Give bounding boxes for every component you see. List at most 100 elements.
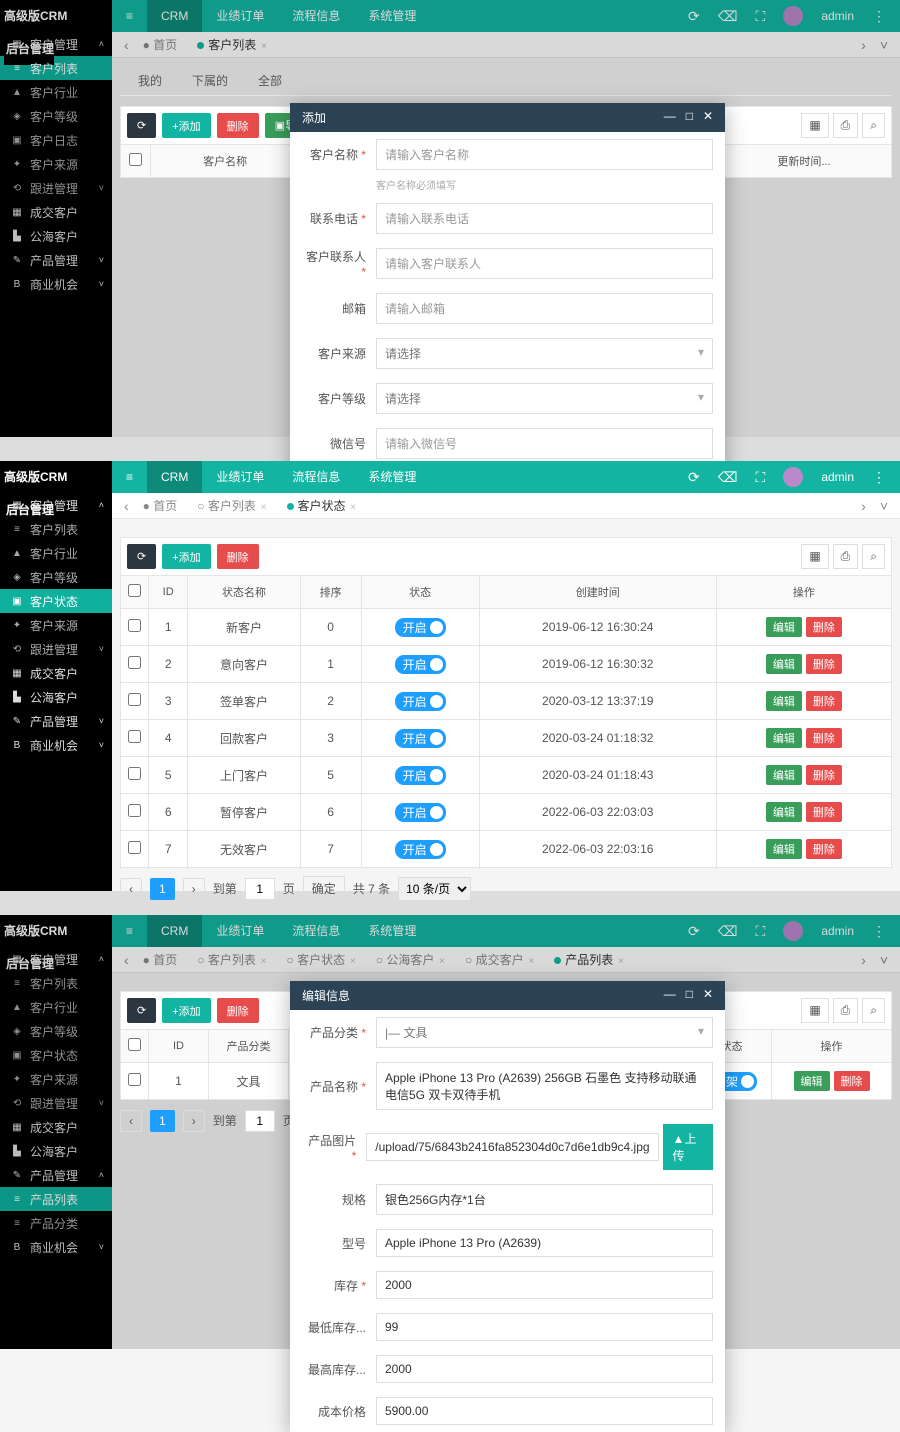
modal-min-icon[interactable]: —: [664, 987, 676, 1004]
search-icon[interactable]: ⌕: [862, 113, 885, 138]
trash-icon[interactable]: ⌫: [718, 469, 738, 486]
modal-min-icon[interactable]: —: [664, 109, 676, 126]
select-cat[interactable]: |— 文具▾: [376, 1017, 713, 1048]
refresh-icon[interactable]: ⟳: [688, 469, 700, 486]
row-check[interactable]: [128, 730, 141, 743]
nav-order[interactable]: 业绩订单: [202, 461, 278, 493]
modal-max-icon[interactable]: □: [686, 987, 693, 1004]
modal-close-icon[interactable]: ✕: [703, 987, 713, 1004]
row-check[interactable]: [128, 619, 141, 632]
tab-all[interactable]: 全部: [258, 72, 282, 89]
modal-close-icon[interactable]: ✕: [703, 109, 713, 126]
input-spec[interactable]: 银色256G内存*1台: [376, 1184, 713, 1215]
menu-cust-industry[interactable]: ▲客户行业: [0, 541, 112, 565]
del-button[interactable]: 删除: [834, 1071, 870, 1091]
edit-button[interactable]: 编辑: [766, 765, 802, 785]
crumb-prev[interactable]: ‹: [120, 498, 133, 514]
input-img[interactable]: /upload/75/6843b2416fa852304d0c7d6e1db9c…: [366, 1133, 658, 1161]
delete-button[interactable]: 删除: [217, 544, 259, 569]
check-all[interactable]: [129, 153, 142, 166]
edit-button[interactable]: 编辑: [794, 1071, 830, 1091]
del-button[interactable]: 删除: [806, 765, 842, 785]
input-phone[interactable]: 请输入联系电话: [376, 203, 713, 234]
print-icon[interactable]: ⎙: [833, 544, 859, 569]
tab-sub[interactable]: 下属的: [192, 72, 228, 89]
page-input[interactable]: [245, 878, 275, 900]
menu-deal[interactable]: ▦成交客户: [0, 661, 112, 685]
menu-cust-level[interactable]: ◈客户等级: [0, 565, 112, 589]
tab-mine[interactable]: 我的: [138, 72, 162, 89]
input-email[interactable]: 请输入邮箱: [376, 293, 713, 324]
upload-button[interactable]: ▲上传: [663, 1124, 713, 1170]
filter-icon[interactable]: ▦: [801, 113, 828, 138]
status-switch[interactable]: 开启: [395, 766, 446, 785]
menu-cust-status[interactable]: ▣客户状态: [0, 589, 112, 613]
select-level[interactable]: 请选择▾: [376, 383, 713, 414]
input-prodname[interactable]: Apple iPhone 13 Pro (A2639) 256GB 石墨色 支持…: [376, 1062, 713, 1110]
delete-button[interactable]: 删除: [217, 998, 259, 1023]
row-check[interactable]: [128, 767, 141, 780]
status-switch[interactable]: 开启: [395, 729, 446, 748]
modal-max-icon[interactable]: □: [686, 109, 693, 126]
check-all[interactable]: [128, 584, 141, 597]
fullscreen-icon[interactable]: ⛶: [756, 469, 766, 486]
input-stock[interactable]: 2000: [376, 1271, 713, 1299]
input-cost[interactable]: 5900.00: [376, 1397, 713, 1425]
add-button[interactable]: +添加: [162, 544, 210, 569]
del-button[interactable]: 删除: [806, 691, 842, 711]
input-wechat[interactable]: 请输入微信号: [376, 428, 713, 459]
nav-crm[interactable]: CRM: [147, 461, 202, 493]
del-button[interactable]: 删除: [806, 839, 842, 859]
status-switch[interactable]: 开启: [395, 618, 446, 637]
menu-followup[interactable]: ⟲跟进管理˅: [0, 637, 112, 661]
refresh-button[interactable]: ⟳: [127, 998, 156, 1023]
page-next[interactable]: ›: [183, 878, 205, 900]
menu-cust-source[interactable]: ✦客户来源: [0, 613, 112, 637]
menu-biz[interactable]: B商业机会˅: [0, 733, 112, 757]
input-model[interactable]: Apple iPhone 13 Pro (A2639): [376, 1229, 713, 1257]
edit-button[interactable]: 编辑: [766, 654, 802, 674]
add-button[interactable]: +添加: [162, 113, 210, 138]
menu-prod[interactable]: ✎产品管理˅: [0, 709, 112, 733]
edit-button[interactable]: 编辑: [766, 691, 802, 711]
input-name[interactable]: 请输入客户名称: [376, 139, 713, 170]
page-size[interactable]: 10 条/页: [398, 877, 471, 901]
refresh-button[interactable]: ⟳: [127, 113, 156, 138]
menu-sea[interactable]: ▙公海客户: [0, 685, 112, 709]
more-icon[interactable]: ⋮: [872, 469, 886, 486]
edit-button[interactable]: 编辑: [766, 617, 802, 637]
status-switch[interactable]: 开启: [395, 803, 446, 822]
input-min[interactable]: 99: [376, 1313, 713, 1341]
avatar[interactable]: [783, 467, 803, 487]
nav-sys[interactable]: 系统管理: [354, 461, 430, 493]
page-go[interactable]: 确定: [303, 876, 345, 901]
edit-button[interactable]: 编辑: [766, 839, 802, 859]
status-switch[interactable]: 开启: [395, 840, 446, 859]
select-source[interactable]: 请选择▾: [376, 338, 713, 369]
row-check[interactable]: [128, 656, 141, 669]
print-icon[interactable]: ⎙: [833, 998, 859, 1023]
del-button[interactable]: 删除: [806, 617, 842, 637]
nav-toggle[interactable]: ≡: [112, 461, 147, 493]
search-icon[interactable]: ⌕: [862, 544, 885, 569]
page-1[interactable]: 1: [150, 878, 175, 900]
input-contact[interactable]: 请输入客户联系人: [376, 248, 713, 279]
add-button[interactable]: +添加: [162, 998, 210, 1023]
row-check[interactable]: [128, 804, 141, 817]
input-max[interactable]: 2000: [376, 1355, 713, 1383]
row-check[interactable]: [128, 693, 141, 706]
edit-button[interactable]: 编辑: [766, 802, 802, 822]
filter-icon[interactable]: ▦: [801, 544, 828, 569]
filter-icon[interactable]: ▦: [801, 998, 828, 1023]
del-button[interactable]: 删除: [806, 728, 842, 748]
edit-button[interactable]: 编辑: [766, 728, 802, 748]
print-icon[interactable]: ⎙: [833, 113, 859, 138]
search-icon[interactable]: ⌕: [862, 998, 885, 1023]
nav-flow[interactable]: 流程信息: [278, 461, 354, 493]
status-switch[interactable]: 开启: [395, 692, 446, 711]
page-prev[interactable]: ‹: [120, 878, 142, 900]
row-check[interactable]: [128, 841, 141, 854]
delete-button[interactable]: 删除: [217, 113, 259, 138]
status-switch[interactable]: 开启: [395, 655, 446, 674]
del-button[interactable]: 删除: [806, 654, 842, 674]
